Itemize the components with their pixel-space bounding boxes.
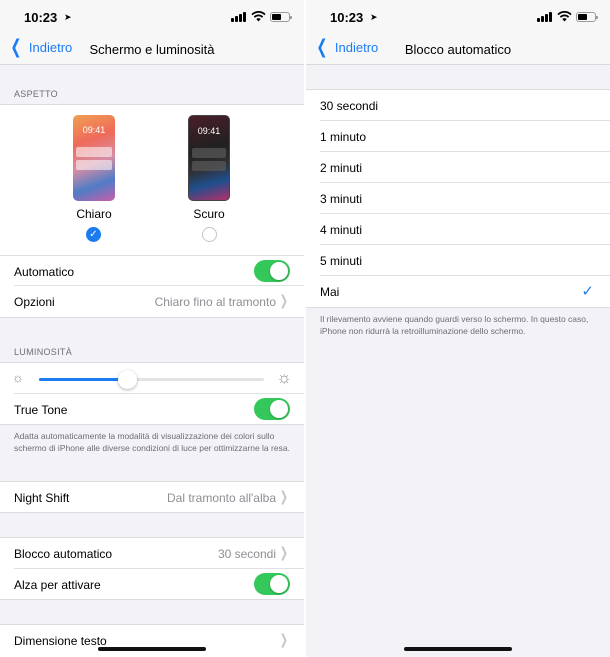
- signal-icon: [537, 12, 552, 22]
- section-header-luminosita: LUMINOSITÀ: [14, 347, 73, 357]
- light-mode-label: Chiaro: [76, 207, 112, 221]
- raise-to-wake-label: Alza per attivare: [14, 578, 101, 592]
- options-row[interactable]: Opzioni Chiaro fino al tramonto ❯: [0, 286, 304, 317]
- automatic-row: Automatico: [0, 255, 304, 286]
- wifi-icon: [251, 11, 266, 22]
- option-label: Mai: [320, 285, 340, 299]
- status-bar: 10:23 ➤: [306, 0, 610, 34]
- auto-lock-value: 30 secondi: [217, 547, 276, 561]
- lock-group: Blocco automatico 30 secondi ❯ Alza per …: [0, 537, 304, 600]
- home-indicator[interactable]: [98, 647, 206, 651]
- brightness-slider-fill: [39, 378, 127, 381]
- option-row-selected[interactable]: Mai ✓: [306, 276, 610, 307]
- option-row[interactable]: 2 minuti: [306, 152, 610, 183]
- battery-icon: [576, 12, 598, 22]
- option-label: 30 secondi: [320, 99, 379, 113]
- checkmark-icon: ✓: [89, 229, 98, 240]
- auto-lock-footnote: Il rilevamento avviene quando guardi ver…: [320, 314, 589, 336]
- chevron-right-icon: ❯: [280, 292, 289, 308]
- chevron-right-icon: ❯: [280, 488, 289, 504]
- dark-mode-preview[interactable]: 09:41: [188, 115, 230, 201]
- option-row[interactable]: 5 minuti: [306, 245, 610, 276]
- brightness-slider-thumb[interactable]: [117, 370, 137, 389]
- true-tone-row: True Tone: [0, 394, 304, 425]
- option-row[interactable]: 30 secondi: [306, 90, 610, 121]
- page-title: Schermo e luminosità: [89, 42, 215, 57]
- status-bar: 10:23 ➤: [0, 0, 304, 34]
- option-label: 2 minuti: [320, 161, 363, 175]
- night-shift-row[interactable]: Night Shift Dal tramonto all'alba ❯: [0, 482, 304, 513]
- true-tone-toggle[interactable]: [254, 398, 290, 420]
- page-title: Blocco automatico: [404, 42, 512, 57]
- section-header-aspetto: ASPETTO: [14, 89, 58, 99]
- preview-time: 09:41: [82, 125, 106, 135]
- auto-lock-screen: 10:23 ➤ ❮ Indietro Blocco automatico 30 …: [306, 0, 610, 657]
- navigation-bar: ❮ Indietro Blocco automatico: [306, 34, 610, 65]
- option-label: 1 minuto: [320, 130, 367, 144]
- night-shift-group: Night Shift Dal tramonto all'alba ❯: [0, 481, 304, 513]
- raise-to-wake-toggle[interactable]: [254, 573, 290, 595]
- text-size-row[interactable]: Dimensione testo ❯: [0, 625, 304, 656]
- sun-large-icon: ☼: [276, 368, 292, 387]
- option-row[interactable]: 4 minuti: [306, 214, 610, 245]
- wifi-icon: [557, 11, 572, 22]
- option-label: 3 minuti: [320, 192, 363, 206]
- automatic-label: Automatico: [14, 265, 75, 279]
- option-row[interactable]: 1 minuto: [306, 121, 610, 152]
- home-indicator[interactable]: [404, 647, 512, 651]
- night-shift-label: Night Shift: [14, 491, 70, 505]
- brightness-group: ☼ ☼ True Tone: [0, 362, 304, 425]
- text-size-group: Dimensione testo ❯: [0, 624, 304, 657]
- chevron-right-icon: ❯: [280, 544, 289, 560]
- light-mode-radio-selected[interactable]: ✓: [86, 227, 101, 242]
- signal-icon: [231, 12, 246, 22]
- appearance-group: 09:41 Chiaro ✓ 09:41 Scuro Automatico Op…: [0, 104, 304, 318]
- display-brightness-screen: 10:23 ➤ ❮ Indietro Schermo e luminosità …: [0, 0, 304, 657]
- true-tone-label: True Tone: [14, 403, 68, 417]
- true-tone-footnote: Adatta automaticamente la modalità di vi…: [14, 431, 290, 453]
- auto-lock-label: Blocco automatico: [14, 547, 113, 561]
- night-shift-value: Dal tramonto all'alba: [166, 491, 276, 505]
- sun-small-icon: ☼: [12, 370, 24, 385]
- auto-lock-row[interactable]: Blocco automatico 30 secondi ❯: [0, 538, 304, 569]
- automatic-toggle[interactable]: [254, 260, 290, 282]
- options-value: Chiaro fino al tramonto: [154, 295, 276, 309]
- options-label: Opzioni: [14, 295, 55, 309]
- brightness-slider[interactable]: [39, 370, 264, 389]
- brightness-slider-row: ☼ ☼: [0, 363, 304, 394]
- location-arrow-icon: ➤: [64, 12, 72, 22]
- status-time: 10:23: [330, 10, 364, 25]
- checkmark-icon: ✓: [581, 283, 594, 300]
- status-time: 10:23: [24, 10, 58, 25]
- dark-mode-radio[interactable]: [202, 227, 217, 242]
- light-mode-preview[interactable]: 09:41: [73, 115, 115, 201]
- location-arrow-icon: ➤: [370, 12, 378, 22]
- text-size-label: Dimensione testo: [14, 634, 107, 648]
- navigation-bar: ❮ Indietro Schermo e luminosità: [0, 34, 304, 65]
- dark-mode-label: Scuro: [193, 207, 225, 221]
- raise-to-wake-row: Alza per attivare: [0, 569, 304, 600]
- option-label: 5 minuti: [320, 254, 363, 268]
- option-label: 4 minuti: [320, 223, 363, 237]
- auto-lock-options-list: 30 secondi 1 minuto 2 minuti 3 minuti 4 …: [306, 89, 610, 308]
- preview-time: 09:41: [197, 126, 221, 136]
- chevron-right-icon: ❯: [280, 631, 289, 647]
- option-row[interactable]: 3 minuti: [306, 183, 610, 214]
- battery-icon: [270, 12, 292, 22]
